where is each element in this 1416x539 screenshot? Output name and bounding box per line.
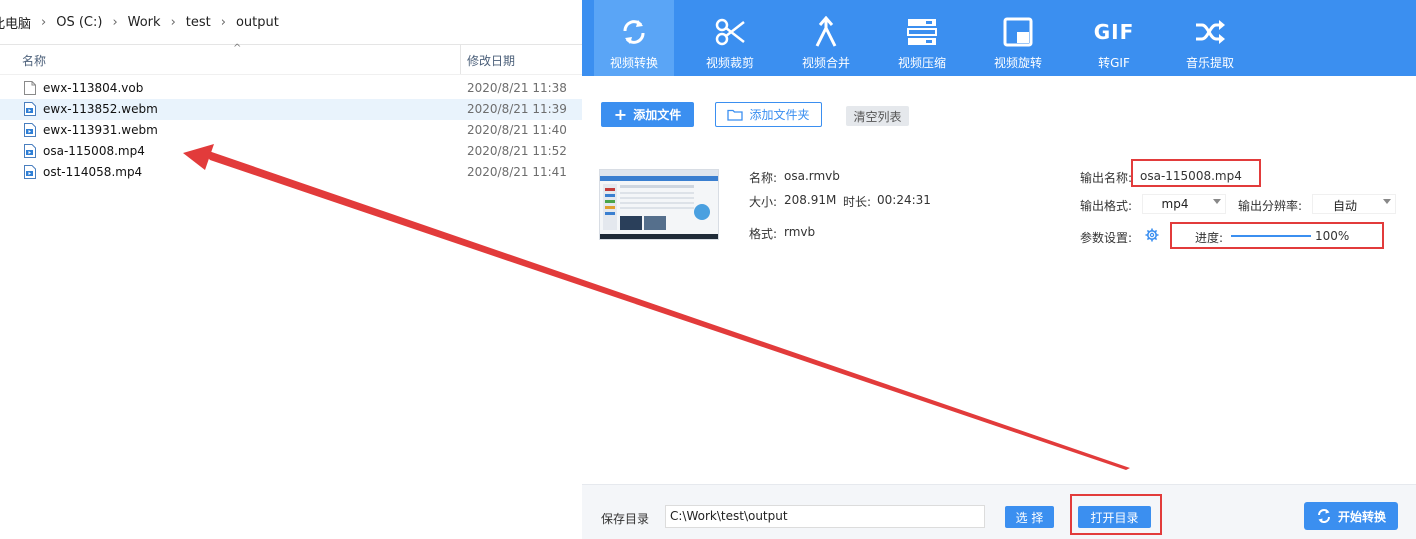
scissors-icon — [715, 18, 745, 46]
source-name-value: osa.rmvb — [784, 169, 840, 183]
footer-bar: 保存目录 C:\Work\test\output 选 择 打开目录 开始转换 — [582, 484, 1416, 539]
breadcrumb: 此电脑 › OS (C:) › Work › test › output — [0, 0, 582, 45]
file-date: 2020/8/21 11:38 — [467, 81, 567, 95]
breadcrumb-item-drive[interactable]: OS (C:) — [54, 15, 104, 30]
compress-icon — [907, 19, 937, 45]
duration-value: 00:24:31 — [877, 193, 931, 207]
file-name: ewx-113852.webm — [43, 102, 158, 116]
video-thumbnail — [599, 169, 719, 240]
chevron-down-icon — [1383, 199, 1391, 204]
params-label: 参数设置: — [1080, 231, 1133, 245]
gear-icon[interactable] — [1145, 228, 1159, 242]
chevron-right-icon: › — [170, 14, 176, 30]
video-file-icon — [24, 102, 36, 116]
file-date: 2020/8/21 11:41 — [467, 165, 567, 179]
tab-label: 视频旋转 — [993, 56, 1042, 70]
tab-video-rotate[interactable]: 视频旋转 — [978, 0, 1058, 76]
add-file-label: 添加文件 — [633, 108, 682, 122]
column-divider[interactable] — [460, 44, 461, 74]
file-list: ewx-113804.vob 2020/8/21 11:38 ewx-11385… — [0, 78, 582, 183]
file-row[interactable]: ewx-113852.webm 2020/8/21 11:39 — [0, 99, 582, 120]
choose-dir-button[interactable]: 选 择 — [1005, 506, 1054, 528]
annotation-box-output-name — [1131, 159, 1261, 187]
tab-label: 转GIF — [1098, 56, 1130, 70]
plus-icon: + — [613, 104, 628, 124]
shuffle-icon — [1196, 20, 1225, 44]
file-row[interactable]: osa-115008.mp4 2020/8/21 11:52 — [0, 141, 582, 162]
breadcrumb-item-work[interactable]: Work — [126, 15, 163, 30]
video-file-icon — [24, 144, 36, 158]
source-size-label: 大小: — [749, 195, 778, 209]
output-resolution-label: 输出分辨率: — [1238, 199, 1303, 213]
chevron-right-icon: › — [220, 14, 226, 30]
output-format-select[interactable]: mp4 — [1142, 194, 1226, 214]
file-row[interactable]: ewx-113931.webm 2020/8/21 11:40 — [0, 120, 582, 141]
refresh-icon — [1317, 509, 1330, 523]
column-header-date[interactable]: 修改日期 — [467, 52, 515, 69]
video-file-icon — [24, 165, 36, 179]
gif-icon: GIF — [1093, 20, 1135, 44]
sort-ascending-icon: ^ — [233, 43, 242, 54]
output-name-label: 输出名称: — [1080, 171, 1133, 185]
start-convert-label: 开始转换 — [1337, 509, 1386, 524]
save-dir-input[interactable]: C:\Work\test\output — [665, 505, 985, 528]
file-explorer-pane: 此电脑 › OS (C:) › Work › test › output ^ 名… — [0, 0, 583, 538]
convert-icon — [623, 20, 645, 44]
tab-label: 视频合并 — [801, 56, 850, 70]
file-date: 2020/8/21 11:39 — [467, 102, 567, 116]
toolbar: 视频转换 视频裁剪 视频合并 视频压缩 视频旋转 GIF 转GIF 音乐提取 — [582, 0, 1416, 76]
breadcrumb-item-output[interactable]: output — [234, 15, 281, 30]
rotate-icon — [1003, 17, 1033, 47]
tab-video-merge[interactable]: 视频合并 — [786, 0, 866, 76]
source-format-value: rmvb — [784, 225, 816, 239]
tab-label: 音乐提取 — [1185, 56, 1234, 70]
annotation-box-open-dir — [1070, 494, 1162, 535]
thumbnail-image — [600, 170, 718, 239]
folder-icon — [727, 109, 744, 121]
breadcrumb-item-this-pc[interactable]: 此电脑 — [0, 13, 33, 32]
add-folder-button[interactable]: 添加文件夹 — [715, 102, 822, 127]
file-name: ewx-113931.webm — [43, 123, 158, 137]
output-format-label: 输出格式: — [1080, 199, 1133, 213]
tab-video-compress[interactable]: 视频压缩 — [882, 0, 962, 76]
source-size-value: 208.91M — [784, 193, 837, 207]
add-file-button[interactable]: + 添加文件 — [601, 102, 694, 127]
output-resolution-value: 自动 — [1332, 199, 1357, 213]
chevron-down-icon — [1213, 199, 1221, 204]
file-name: ewx-113804.vob — [43, 81, 144, 95]
output-format-value: mp4 — [1161, 197, 1189, 211]
column-header-name[interactable]: 名称 — [22, 52, 46, 69]
tab-video-convert[interactable]: 视频转换 — [594, 0, 674, 76]
file-name: osa-115008.mp4 — [43, 144, 145, 158]
merge-icon — [815, 16, 837, 47]
file-row[interactable]: ost-114058.mp4 2020/8/21 11:41 — [0, 162, 582, 183]
column-header-row: ^ 名称 修改日期 — [0, 43, 582, 75]
file-date: 2020/8/21 11:40 — [467, 123, 567, 137]
tab-label: 视频转换 — [609, 56, 658, 70]
add-folder-label: 添加文件夹 — [749, 108, 810, 122]
clear-list-button[interactable]: 清空列表 — [846, 106, 909, 126]
generic-file-icon — [24, 81, 36, 95]
tab-video-trim[interactable]: 视频裁剪 — [690, 0, 770, 76]
tab-label: 视频压缩 — [897, 56, 946, 70]
source-name-label: 名称: — [749, 171, 778, 185]
duration-label: 时长: — [843, 195, 872, 209]
source-format-label: 格式: — [749, 227, 778, 241]
video-file-icon — [24, 123, 36, 137]
chevron-right-icon: › — [41, 14, 47, 30]
save-dir-label: 保存目录 — [601, 512, 650, 526]
tab-to-gif[interactable]: GIF 转GIF — [1074, 0, 1154, 76]
annotation-box-progress — [1170, 222, 1384, 249]
start-convert-button[interactable]: 开始转换 — [1304, 502, 1398, 530]
video-converter-app: 视频转换 视频裁剪 视频合并 视频压缩 视频旋转 GIF 转GIF 音乐提取 +… — [582, 0, 1416, 539]
file-date: 2020/8/21 11:52 — [467, 144, 567, 158]
file-name: ost-114058.mp4 — [43, 165, 143, 179]
breadcrumb-item-test[interactable]: test — [184, 15, 213, 30]
file-row[interactable]: ewx-113804.vob 2020/8/21 11:38 — [0, 78, 582, 99]
tab-label: 视频裁剪 — [705, 56, 754, 70]
output-resolution-select[interactable]: 自动 — [1312, 194, 1396, 214]
chevron-right-icon: › — [112, 14, 118, 30]
tab-audio-extract[interactable]: 音乐提取 — [1170, 0, 1250, 76]
